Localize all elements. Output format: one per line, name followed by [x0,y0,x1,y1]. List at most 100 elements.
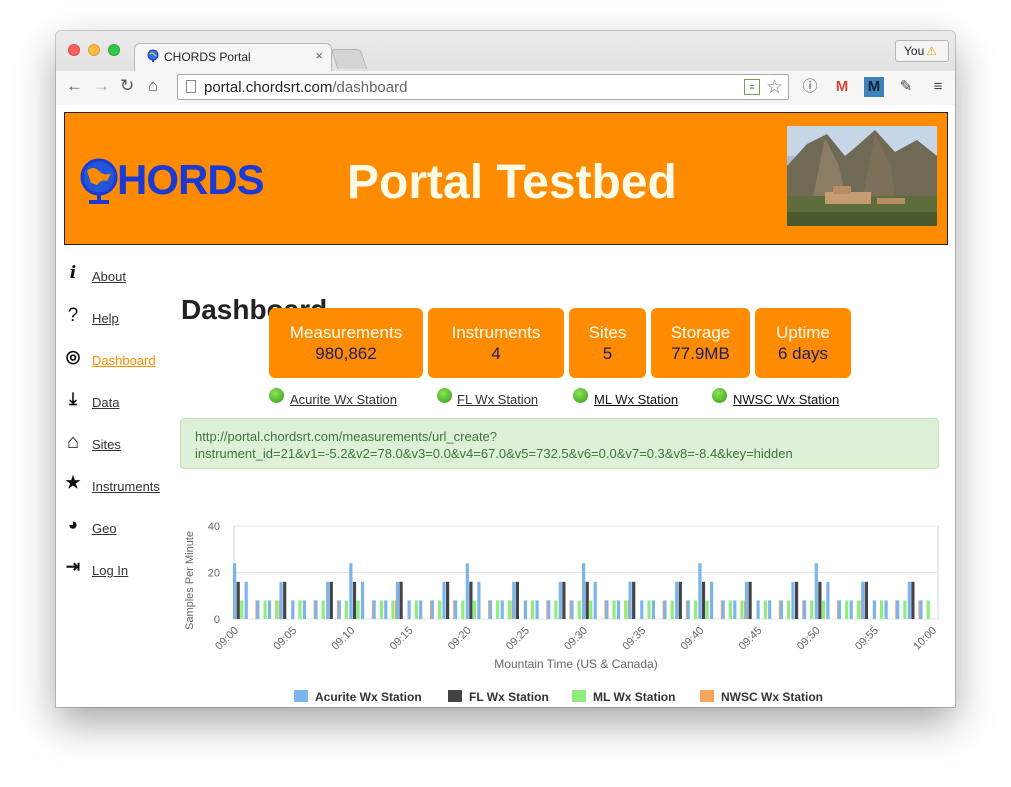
bar [589,600,593,619]
instrument-link-fl[interactable]: FL Wx Station [457,392,538,407]
sidebar-item-label[interactable]: Dashboard [92,353,156,368]
forward-icon[interactable]: → [93,76,110,96]
bar [693,600,698,619]
bar [256,600,260,619]
home-icon: ⌂ [66,431,80,453]
url-line-1: http://portal.chordsrt.com/measurements/… [195,429,498,444]
bar [864,581,868,619]
bar [379,600,383,619]
bookmark-star-icon[interactable]: ☆ [766,76,783,99]
bar [721,600,725,619]
bar [465,563,469,619]
bar [395,581,400,619]
bar [361,581,365,619]
address-url[interactable]: portal.chordsrt.com/dashboard [204,79,407,96]
bar [321,600,325,619]
sidebar-item-about[interactable]: i About [64,263,174,287]
sidebar-item-sites[interactable]: ⌂ Sites [64,431,174,455]
stat-label: Uptime [776,323,830,342]
tab-title: CHORDS Portal [164,50,251,64]
reload-icon[interactable]: ↻ [120,76,134,96]
legend-swatch [572,690,586,702]
bar [291,600,295,619]
zoom-window-button[interactable] [108,44,120,56]
stat-measurements: Measurements 980,862 [269,308,423,378]
x-tick-label: 09:05 [271,625,299,653]
bar [263,600,267,619]
bar [585,581,589,619]
bar [577,600,581,619]
home-icon[interactable]: ⌂ [148,76,158,96]
sidebar-item-dashboard[interactable]: ◎ Dashboard [64,347,174,371]
sidebar-item-instruments[interactable]: ★ Instruments [64,473,174,497]
stat-uptime: Uptime 6 days [755,308,851,378]
bar [244,581,248,619]
sidebar-item-help[interactable]: ? Help [64,305,174,329]
bar [515,581,519,619]
legend-label: ML Wx Station [593,690,675,704]
stat-value: 77.9MB [671,344,730,363]
bar [283,581,287,619]
bar [329,581,333,619]
stat-value: 980,862 [315,344,377,363]
bar [496,600,500,619]
download-icon: ⤓ [69,389,77,408]
sidebar-item-label[interactable]: Data [92,395,119,410]
pen-extension-icon[interactable]: ✎ [896,77,916,97]
minimize-window-button[interactable] [88,44,100,56]
bar [779,600,783,619]
sidebar-item-label[interactable]: About [92,269,126,284]
url-host: portal.chordsrt.com [204,79,333,96]
legend-label: Acurite Wx Station [315,690,422,704]
sidebar-item-geo[interactable]: ◕ Geo [64,515,174,539]
bar [756,600,760,619]
bar [535,600,539,619]
profile-button[interactable]: You ⚠ [895,40,949,62]
bar [349,563,353,619]
stat-label: Sites [588,323,627,342]
sidebar-item-login[interactable]: ⇥ Log In [64,557,174,581]
instrument-link-nwsc[interactable]: NWSC Wx Station [733,392,839,407]
bar [438,600,442,619]
instrument-link-ml[interactable]: ML Wx Station [594,392,678,407]
bar [605,600,609,619]
browser-titlebar: CHORDS Portal × You ⚠ ← → ↻ ⌂ portal.chor… [56,31,955,105]
sidebar-item-data[interactable]: ⤓ Data [64,389,174,413]
browser-tab[interactable]: CHORDS Portal × [134,43,332,71]
bar [907,581,911,619]
bar [298,600,302,619]
legend-swatch [294,690,308,702]
browser-toolbar: ← → ↻ ⌂ portal.chordsrt.com/dashboard ≡ … [56,71,955,105]
tab-close-icon[interactable]: × [315,48,323,63]
sidebar-item-label[interactable]: Log In [92,563,128,578]
bar [628,581,632,619]
back-icon[interactable]: ← [66,76,83,96]
x-axis-label: Mountain Time (US & Canada) [494,657,657,671]
feed-icon[interactable]: ≡ [744,79,760,95]
m-extension-icon[interactable]: M [864,77,884,97]
mountain-photo [787,126,937,226]
sidebar-item-label[interactable]: Help [92,311,119,326]
bar [675,581,679,619]
instrument-link-acurite[interactable]: Acurite Wx Station [290,392,397,407]
bar [593,581,597,619]
sidebar-item-label[interactable]: Geo [92,521,117,536]
info-extension-icon[interactable]: ⓘ [800,77,820,97]
status-online-icon [269,388,284,403]
bar [768,600,772,619]
bar [845,600,849,619]
bar [472,600,477,619]
close-window-button[interactable] [68,44,80,56]
menu-icon[interactable]: ≡ [928,77,948,97]
x-tick-label: 09:20 [446,625,474,653]
bar [616,600,621,619]
bar [880,600,884,619]
sidebar-item-label[interactable]: Instruments [92,479,160,494]
samples-chart: 0 20 40 Samples Per Minute 09:00 09:05 09:10 09… [184,521,939,704]
bar [399,581,403,619]
gmail-extension-icon[interactable]: M [832,77,852,97]
new-tab-button[interactable] [330,49,368,69]
stat-label: Measurements [289,323,403,342]
address-bar[interactable]: portal.chordsrt.com/dashboard ≡ ☆ [177,74,789,100]
sidebar-item-label[interactable]: Sites [92,437,121,452]
